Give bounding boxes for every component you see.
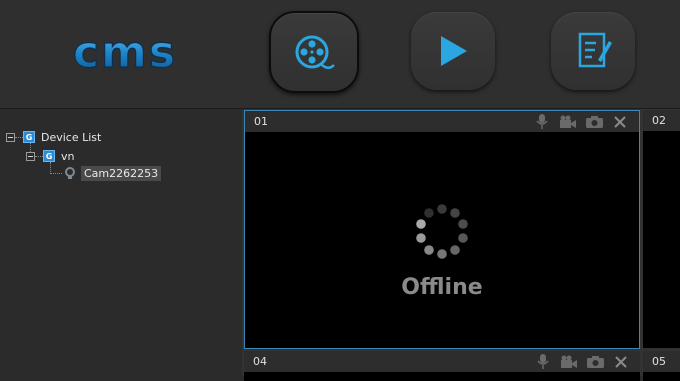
logo-text: cms [73, 34, 177, 74]
monitor-button[interactable] [269, 11, 359, 93]
collapse-icon[interactable] [26, 151, 35, 161]
pane-number: 01 [254, 115, 268, 128]
pane-titlebar: 04 [244, 351, 640, 372]
pane-titlebar: 02 [643, 110, 680, 131]
snapshot-camera-icon[interactable] [586, 354, 604, 369]
snapshot-camera-icon[interactable] [585, 114, 603, 129]
tree-item-device-list[interactable]: G Device List [6, 129, 101, 145]
tree-label-device-list: Device List [41, 130, 102, 144]
film-reel-icon [295, 35, 335, 69]
record-video-icon[interactable] [559, 114, 577, 129]
pane-number: 05 [652, 355, 666, 368]
play-icon [441, 36, 467, 66]
cms-logo: cms [72, 34, 177, 74]
microphone-icon[interactable] [533, 114, 551, 129]
close-icon[interactable] [612, 354, 630, 369]
header-toolbar: cms [0, 0, 680, 109]
pane-titlebar: 01 [245, 111, 639, 132]
group-icon: G [23, 131, 35, 143]
offline-status-text: Offline [401, 275, 483, 300]
collapse-icon[interactable] [6, 132, 15, 142]
group-icon: G [43, 150, 55, 162]
tree-label-vn: vn [61, 149, 75, 163]
record-video-icon[interactable] [560, 354, 578, 369]
video-pane-01[interactable]: 01 Offline [244, 110, 640, 349]
tree-label-camera: Cam2262253 [81, 165, 162, 181]
playback-button[interactable] [411, 12, 495, 90]
video-pane-02[interactable]: 02 [643, 110, 680, 348]
video-grid: 01 Offline 02 04 05 [242, 109, 680, 381]
close-icon[interactable] [611, 114, 629, 129]
pane-titlebar: 05 [643, 351, 680, 372]
video-pane-04[interactable]: 04 [244, 351, 640, 381]
video-pane-05[interactable]: 05 [643, 351, 680, 381]
loading-spinner-icon [416, 204, 468, 259]
tree-item-camera[interactable]: Cam2262253 [50, 165, 162, 181]
pane-number: 04 [253, 355, 267, 368]
pane-number: 02 [652, 114, 666, 127]
log-button[interactable] [551, 12, 635, 90]
edit-document-icon [578, 32, 612, 68]
device-tree-panel: G Device List G vn Cam2262253 [0, 109, 242, 376]
microphone-icon[interactable] [534, 354, 552, 369]
camera-offline-icon [65, 167, 75, 179]
